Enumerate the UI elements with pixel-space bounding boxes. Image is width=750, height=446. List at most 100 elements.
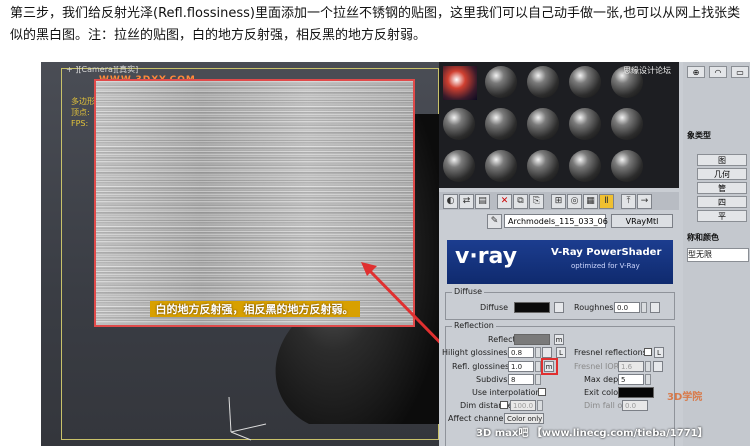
material-editor: 思缘设计论坛 ◐ ⇄ ▤ ✕ ⧉ ⎘ ⊞ ◎ ▦ Ⅱ ⤒ → ✎ Archmod…: [439, 62, 750, 446]
material-slot[interactable]: [611, 108, 643, 140]
fresnel-ior-field[interactable]: 1.6: [618, 361, 644, 372]
roughness-label: Roughness: [574, 303, 618, 312]
subdivs-field[interactable]: 8: [508, 374, 534, 385]
forum-watermark: 思缘设计论坛: [623, 66, 671, 75]
command-item-button[interactable]: 几何: [697, 168, 747, 180]
hilight-glossiness-field[interactable]: 0.8: [508, 347, 534, 358]
go-parent-icon[interactable]: ⤒: [621, 194, 636, 209]
viewport-label[interactable]: + ][Camera][真实]: [66, 64, 138, 75]
material-slot[interactable]: [611, 150, 643, 182]
material-slot[interactable]: [527, 66, 559, 98]
fresnel-reflections-checkbox[interactable]: [644, 348, 652, 356]
material-slot[interactable]: [527, 150, 559, 182]
command-item-button[interactable]: 图: [697, 154, 747, 166]
pick-material-icon[interactable]: ✎: [487, 214, 502, 229]
show-end-icon[interactable]: Ⅱ: [599, 194, 614, 209]
material-slot[interactable]: [485, 66, 517, 98]
affect-channels-label: Affect channels: [448, 414, 510, 423]
effects-channel-icon[interactable]: ◎: [567, 194, 582, 209]
hilight-lock-button[interactable]: L: [556, 347, 566, 358]
academy-watermark: 3D学院: [667, 392, 703, 403]
diffuse-group-title: Diffuse: [452, 287, 485, 296]
command-tab-icon[interactable]: ▭: [731, 66, 749, 78]
vray-params-panel: Diffuse Diffuse Roughness 0.0 Reflection…: [442, 287, 677, 446]
command-tab-icon[interactable]: ◠: [709, 66, 727, 78]
roughness-field[interactable]: 0.0: [614, 302, 640, 313]
hilight-map-button[interactable]: [542, 347, 552, 358]
diffuse-swatch[interactable]: [514, 302, 550, 313]
footer-watermark: 3D max吧 【www.linecg.com/tieba/1771】: [476, 428, 708, 439]
copy-icon[interactable]: ⎘: [529, 194, 544, 209]
material-name-field[interactable]: Archmodels_115_033_06: [504, 214, 608, 228]
name-field[interactable]: 型无限: [687, 248, 749, 262]
make-unique-icon[interactable]: ⧉: [513, 194, 528, 209]
subdivs-spinner[interactable]: [535, 374, 541, 385]
hilight-glossiness-spinner[interactable]: [535, 347, 541, 358]
diffuse-label: Diffuse: [480, 303, 509, 312]
screenshot-3dsmax: + ][Camera][真实] WWW.3DXY.COM 多边形: 顶点: FP…: [41, 62, 750, 446]
dim-distance-checkbox[interactable]: [500, 401, 508, 409]
fresnel-ior-map-button[interactable]: [653, 361, 663, 372]
material-slot[interactable]: [443, 66, 477, 100]
max-depth-field[interactable]: 5: [618, 374, 644, 385]
show-map-icon[interactable]: ▦: [583, 194, 598, 209]
command-item-button[interactable]: 管: [697, 182, 747, 194]
dim-falloff-field[interactable]: 0.0: [622, 400, 648, 411]
object-type-header: 象类型: [687, 131, 711, 140]
roughness-map-button[interactable]: [650, 302, 660, 313]
go-sibling-icon[interactable]: →: [637, 194, 652, 209]
diffuse-group: Diffuse Diffuse Roughness 0.0: [445, 287, 675, 320]
subdivs-label: Subdivs: [476, 375, 508, 384]
put-to-scene-icon[interactable]: ⇄: [459, 194, 474, 209]
refl-glossiness-map-highlight: [541, 358, 558, 375]
delete-icon[interactable]: ✕: [497, 194, 512, 209]
roughness-spinner[interactable]: [641, 302, 647, 313]
put-library-icon[interactable]: ⊞: [551, 194, 566, 209]
max-depth-spinner[interactable]: [645, 374, 651, 385]
material-slot[interactable]: [485, 150, 517, 182]
vray-banner: v·ray V-Ray PowerShader optimized for V-…: [447, 240, 673, 284]
reflect-label: Reflect: [488, 335, 516, 344]
fresnel-lock-button[interactable]: L: [654, 347, 664, 358]
material-type-button[interactable]: VRayMtl: [611, 214, 673, 228]
dim-distance-spinner[interactable]: [537, 400, 543, 411]
material-slot[interactable]: [527, 108, 559, 140]
refl-glossiness-label: Refl. glossiness: [452, 362, 514, 371]
name-color-header: 称和颜色: [687, 233, 719, 242]
assign-material-icon[interactable]: ▤: [475, 194, 490, 209]
material-slot[interactable]: [569, 150, 601, 182]
fresnel-reflections-label: Fresnel reflections: [574, 348, 647, 357]
command-item-button[interactable]: 平: [697, 210, 747, 222]
use-interpolation-checkbox[interactable]: [538, 388, 546, 396]
reflection-group-title: Reflection: [452, 321, 496, 330]
article-text: 第三步，我们给反射光泽(Refl.flossiness)里面添加一个拉丝不锈钢的…: [10, 6, 741, 43]
banner-subtitle: optimized for V-Ray: [571, 262, 640, 270]
hilight-glossiness-label: Hilight glossiness: [442, 348, 512, 357]
material-toolbar: ◐ ⇄ ▤ ✕ ⧉ ⎘ ⊞ ◎ ▦ Ⅱ ⤒ →: [439, 192, 679, 210]
fresnel-ior-spinner[interactable]: [645, 361, 651, 372]
material-slot[interactable]: [443, 108, 475, 140]
exit-color-label: Exit color: [584, 388, 622, 397]
command-item-button[interactable]: 四: [697, 196, 747, 208]
exit-color-swatch[interactable]: [618, 387, 654, 398]
reflect-map-button[interactable]: m: [554, 334, 564, 345]
banner-title: V-Ray PowerShader: [551, 247, 662, 258]
diffuse-map-button[interactable]: [554, 302, 564, 313]
texture-caption: 白的地方反射强，相反黑的地方反射弱。: [149, 301, 360, 317]
refl-glossiness-field[interactable]: 1.0: [508, 361, 534, 372]
material-slot[interactable]: [485, 108, 517, 140]
dim-distance-field[interactable]: 100.0: [510, 400, 536, 411]
material-slot[interactable]: [443, 150, 475, 182]
material-slots: 思缘设计论坛: [439, 62, 679, 188]
get-material-icon[interactable]: ◐: [443, 194, 458, 209]
material-slot[interactable]: [569, 108, 601, 140]
command-tab-icon[interactable]: ⊕: [687, 66, 705, 78]
use-interpolation-label: Use interpolation: [472, 388, 541, 397]
axis-gizmo: [228, 396, 267, 441]
affect-channels-dropdown[interactable]: Color only: [504, 413, 544, 424]
vray-logo: v·ray: [455, 244, 518, 269]
material-name-row: ✎ Archmodels_115_033_06 VRayMtl: [439, 213, 679, 231]
fresnel-ior-label: Fresnel IOR: [574, 362, 620, 371]
reflect-swatch[interactable]: [514, 334, 550, 345]
material-slot[interactable]: [569, 66, 601, 98]
